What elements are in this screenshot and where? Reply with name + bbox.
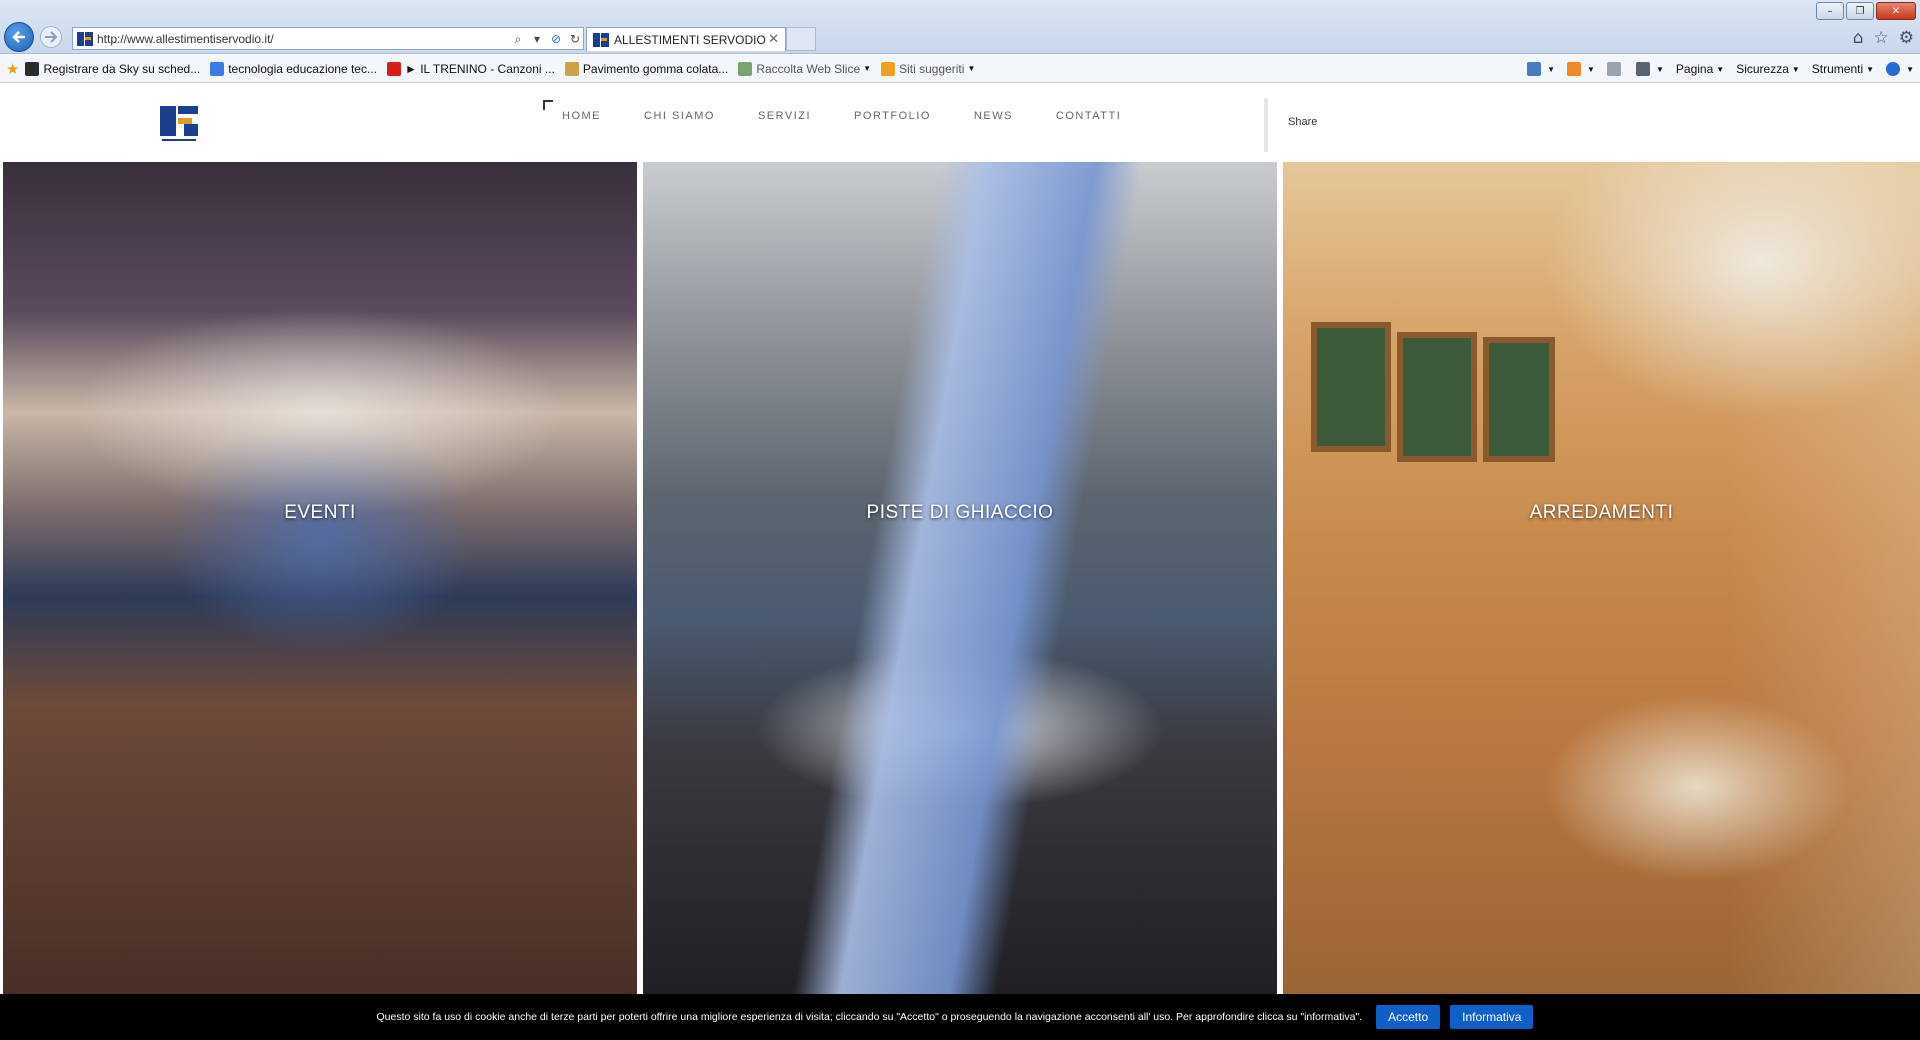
nav-contatti[interactable]: CONTATTI: [1056, 110, 1121, 122]
print-menu[interactable]: ▼: [1635, 62, 1664, 76]
command-label: Sicurezza: [1736, 62, 1789, 76]
compatibility-icon[interactable]: ⊘: [548, 31, 564, 47]
browser-toolbar: http://www.allestimentiservodio.it/ ⌕ ▾ …: [0, 0, 1920, 54]
minimize-button[interactable]: –: [1816, 2, 1844, 20]
star-icon[interactable]: ☆: [1874, 28, 1889, 48]
cookie-bar: Questo sito fa uso di cookie anche di te…: [0, 994, 1920, 1040]
favorite-item[interactable]: Siti suggeriti ▼: [881, 61, 976, 76]
favorite-label: ► IL TRENINO - Canzoni ...: [404, 61, 555, 76]
window-image: [1397, 332, 1477, 462]
mail-icon: [1606, 62, 1621, 76]
browser-right-icons: ⌂ ☆ ⚙: [1853, 28, 1914, 48]
panel-label: EVENTI: [284, 502, 356, 523]
cookie-text: Questo sito fa uso di cookie anche di te…: [376, 1011, 1363, 1023]
gear-icon[interactable]: ⚙: [1899, 28, 1914, 48]
help-icon: [1886, 62, 1901, 76]
close-icon[interactable]: ✕: [768, 32, 779, 47]
chevron-down-icon: ▼: [1655, 64, 1664, 74]
rss-icon: [1567, 62, 1582, 76]
home-menu[interactable]: ▼: [1527, 62, 1555, 76]
nav-chi-siamo[interactable]: CHI SIAMO: [644, 110, 715, 122]
chevron-down-icon: ▼: [1547, 64, 1556, 74]
web-page: HOME CHI SIAMO SERVIZI PORTFOLIO NEWS CO…: [0, 84, 1920, 1040]
informativa-button[interactable]: Informativa: [1450, 1005, 1534, 1029]
home-icon[interactable]: ⌂: [1853, 28, 1864, 48]
favorite-label: Registrare da Sky su sched...: [43, 61, 201, 76]
close-window-button[interactable]: ✕: [1876, 2, 1916, 20]
chevron-down-icon: ▼: [1906, 64, 1914, 74]
panel-label: PISTE DI GHIACCIO: [866, 502, 1054, 523]
main-nav: HOME CHI SIAMO SERVIZI PORTFOLIO NEWS CO…: [562, 110, 1164, 122]
chevron-down-icon: ▼: [1716, 64, 1725, 74]
window-controls: – ❐ ✕: [1816, 2, 1916, 20]
address-bar[interactable]: http://www.allestimentiservodio.it/ ⌕ ▾ …: [72, 27, 584, 50]
print-icon: [1635, 62, 1650, 76]
webslice-icon: [738, 61, 753, 76]
nav-portfolio[interactable]: PORTFOLIO: [854, 110, 931, 122]
chevron-down-icon: ▼: [1791, 64, 1800, 74]
arrow-right-icon: [45, 31, 58, 43]
share-divider: [1264, 98, 1268, 152]
refresh-icon[interactable]: ↻: [567, 31, 583, 47]
site-favicon-icon: [593, 32, 609, 47]
suggested-icon: [881, 61, 896, 76]
chevron-down-icon: ▼: [863, 64, 872, 73]
favorite-item[interactable]: Pavimento gomma colata...: [564, 61, 729, 76]
rss-menu[interactable]: ▼: [1567, 62, 1595, 76]
favorite-label: Siti suggeriti: [899, 61, 965, 76]
command-label: Pagina: [1675, 62, 1714, 76]
chevron-down-icon: ▼: [967, 64, 976, 73]
nav-home[interactable]: HOME: [562, 110, 601, 122]
accept-button[interactable]: Accetto: [1376, 1005, 1441, 1029]
page-icon: [564, 61, 579, 76]
help-menu[interactable]: ▼: [1886, 62, 1914, 76]
add-favorite-icon[interactable]: ★: [6, 60, 19, 78]
panel-piste-di-ghiaccio[interactable]: PISTE DI GHIACCIO: [643, 162, 1277, 996]
favorite-item[interactable]: Raccolta Web Slice ▼: [738, 61, 872, 76]
favorite-item[interactable]: ► IL TRENINO - Canzoni ...: [386, 61, 555, 76]
tab-title: ALLESTIMENTI SERVODIO: [614, 32, 766, 47]
security-menu[interactable]: Sicurezza ▼: [1736, 62, 1800, 76]
panel-label: ARREDAMENTI: [1529, 502, 1674, 523]
tools-menu[interactable]: Strumenti ▼: [1812, 62, 1874, 76]
nav-servizi[interactable]: SERVIZI: [758, 110, 811, 122]
url-text: http://www.allestimentiservodio.it/: [97, 31, 274, 46]
chevron-down-icon: ▼: [1866, 64, 1875, 74]
new-tab-button[interactable]: [786, 27, 816, 51]
home-icon: [1527, 62, 1542, 76]
share-button[interactable]: Share: [1288, 116, 1317, 128]
favorite-label: Raccolta Web Slice: [756, 61, 861, 76]
command-bar: ▼ ▼ ▼ Pagina ▼ Sicurezza ▼ Strumenti ▼ ▼: [1527, 55, 1914, 83]
youtube-icon: [386, 61, 401, 76]
favorite-item[interactable]: tecnologia educazione tec...: [210, 61, 377, 76]
command-label: Strumenti: [1811, 62, 1864, 76]
favorite-item[interactable]: Registrare da Sky su sched...: [25, 61, 201, 76]
site-favicon-icon: [77, 31, 93, 46]
favorite-label: Pavimento gomma colata...: [582, 61, 729, 76]
chevron-down-icon: ▼: [1587, 64, 1595, 74]
favorites-bar: ★ Registrare da Sky su sched... tecnolog…: [0, 55, 1920, 83]
nav-news[interactable]: NEWS: [974, 110, 1013, 122]
nav-corner-decoration: [543, 100, 553, 110]
site-header: HOME CHI SIAMO SERVIZI PORTFOLIO NEWS CO…: [0, 84, 1344, 162]
sky-icon: [25, 61, 40, 76]
mail-button[interactable]: [1606, 62, 1624, 76]
page-menu[interactable]: Pagina ▼: [1676, 62, 1724, 76]
maximize-button[interactable]: ❐: [1846, 2, 1874, 20]
window-image: [1311, 322, 1391, 452]
panel-arredamenti[interactable]: ARREDAMENTI: [1283, 162, 1920, 996]
dropdown-icon[interactable]: ▾: [529, 31, 545, 47]
site-logo[interactable]: [160, 104, 198, 144]
window-image: [1483, 337, 1555, 462]
search-icon[interactable]: ⌕: [510, 31, 526, 47]
favorite-label: tecnologia educazione tec...: [228, 61, 377, 76]
tab-allestimenti[interactable]: ALLESTIMENTI SERVODIO ✕: [586, 27, 786, 51]
back-button[interactable]: [4, 22, 34, 52]
arrow-left-icon: [12, 31, 25, 43]
forward-button[interactable]: [40, 26, 62, 48]
google-icon: [210, 61, 225, 76]
panel-eventi[interactable]: EVENTI: [3, 162, 637, 996]
